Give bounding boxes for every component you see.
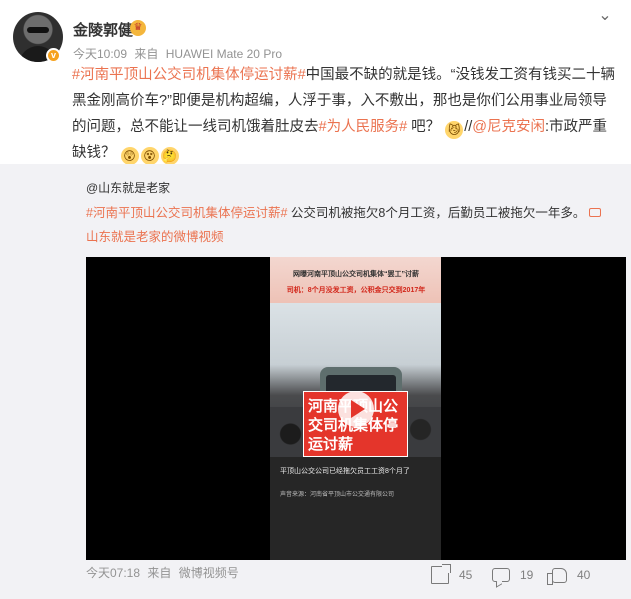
forwarded-text-part: 公交司机被拖欠8个月工资，后勤员工被拖欠一年多。 [287,206,586,220]
link-icon [588,208,601,217]
share-count: 45 [459,568,473,582]
thumbnail-subtitle: 司机：8个月没发工资，公积金只交到2017年 [286,287,426,294]
member-crown-icon: ♛ [130,20,146,36]
comment-count: 19 [520,568,534,582]
source-prefix: 来自 [134,47,159,61]
post-device: HUAWEI Mate 20 Pro [165,47,282,61]
emoji-icon: 😲 [120,147,139,165]
comment-button[interactable]: 19 [492,561,533,589]
video-player[interactable]: 网曝河南平顶山公交司机集体“罢工”讨薪 司机：8个月没发工资，公积金只交到201… [86,257,626,560]
topic-link[interactable]: #河南平顶山公交司机集体停运讨薪# [72,67,306,83]
post-meta: 今天10:09 来自 HUAWEI Mate 20 Pro [73,45,282,62]
forwarded-username[interactable]: @山东就是老家 [86,179,170,196]
thumbnail-caption: 平顶山公交公司已经拖欠员工工资8个月了 [280,468,410,475]
comment-icon [492,568,510,582]
verified-badge: v [46,48,61,63]
forwarded-actions: 45 19 40 [0,561,631,589]
topic-link[interactable]: #为人民服务# [319,119,408,135]
play-triangle [351,400,365,418]
chevron-down-icon[interactable]: ⌄ [597,8,613,24]
emoji-icon: 🤔 [160,147,179,165]
forwarded-text: #河南平顶山公交司机集体停运讨薪# 公交司机被拖欠8个月工资，后勤员工被拖欠一年… [86,201,612,249]
emoji-icon: 😼 [445,121,464,139]
topic-link[interactable]: #河南平顶山公交司机集体停运讨薪# [86,206,287,220]
mention-link[interactable]: @尼克安闲 [472,119,545,135]
thumbnail-header: 网曝河南平顶山公交司机集体“罢工”讨薪 司机：8个月没发工资，公积金只交到201… [270,257,441,303]
emoji-icon: 😵 [140,147,159,165]
thumbnail-title: 网曝河南平顶山公交司机集体“罢工”讨薪 [293,271,419,278]
video-link-label: 山东就是老家的微博视频 [86,230,224,244]
share-icon [431,564,451,584]
weibo-post-card: v 金陵郭健 ♛ 今天10:09 来自 HUAWEI Mate 20 Pro ⌄… [0,0,631,599]
post-text-part: 吧？ [407,119,441,135]
like-count: 40 [577,568,591,582]
post-time[interactable]: 今天10:09 [73,47,127,61]
post-text: #河南平顶山公交司机集体停运讨薪#中国最不缺的就是钱。“没钱发工资有钱买二十辆黑… [72,62,620,166]
share-button[interactable]: 45 [431,561,472,589]
thumbnail-source: 声音来源：河南省平顶山市公交通有限公司 [280,492,395,498]
avatar-glasses [27,27,49,33]
like-button[interactable]: 40 [547,561,591,589]
like-icon [547,567,567,585]
username[interactable]: 金陵郭健 [73,19,133,40]
play-icon[interactable] [338,391,374,427]
